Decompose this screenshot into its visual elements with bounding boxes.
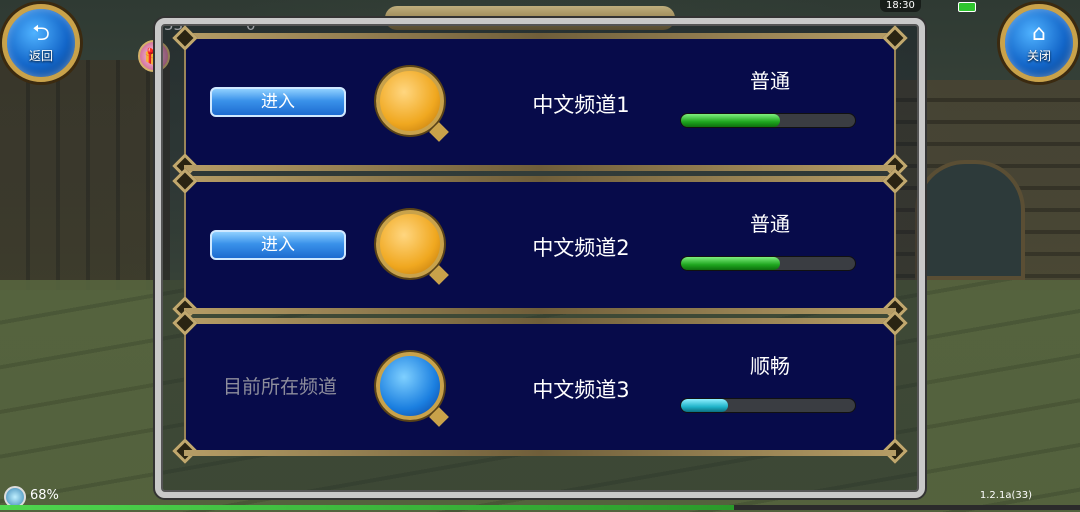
channel-orb-icon [376, 352, 444, 420]
background-door [915, 160, 1025, 280]
battery-icon [958, 2, 976, 12]
home-icon: ⌂ [1032, 20, 1046, 46]
loading-progress-fill [0, 505, 735, 510]
channel-load-bar [680, 398, 856, 413]
enter-channel-button[interactable]: 进入 [210, 230, 346, 260]
channel-row: 进入 中文频道2 普通 [172, 168, 908, 322]
channel-load-fill [681, 257, 781, 270]
back-button[interactable]: ⮌ 返回 [2, 4, 80, 82]
channel-load-bar [680, 256, 856, 271]
back-arrow-icon: ⮌ [32, 20, 50, 46]
channel-name: 中文频道1 [532, 93, 630, 117]
channel-orb-icon [376, 210, 444, 278]
channel-load-fill [681, 399, 728, 412]
clock: 18:30 [880, 0, 921, 12]
channel-status: 顺畅 [750, 354, 790, 378]
channel-load-bar [680, 113, 856, 128]
back-button-label: 返回 [28, 48, 53, 63]
channel-load-fill [681, 114, 781, 127]
background-wall-left [0, 60, 170, 290]
channel-name: 中文频道3 [532, 378, 630, 402]
loading-progress-bar [0, 505, 1080, 510]
close-button-label: 关闭 [1026, 48, 1051, 63]
channel-status: 普通 [750, 69, 790, 93]
channel-name: 中文频道2 [532, 236, 630, 260]
battery-percent: 68% [30, 488, 59, 503]
channel-status: 普通 [750, 212, 790, 236]
channel-row-current: 目前所在频道 中文频道3 顺畅 [172, 310, 908, 464]
channel-row: 进入 中文频道1 普通 [172, 25, 908, 179]
version-label: 1.2.1a(33) [979, 490, 1032, 501]
close-button[interactable]: ⌂ 关闭 [1000, 4, 1078, 82]
channel-orb-icon [376, 67, 444, 135]
current-channel-label: 目前所在频道 [222, 376, 337, 398]
enter-channel-button[interactable]: 进入 [210, 87, 346, 117]
